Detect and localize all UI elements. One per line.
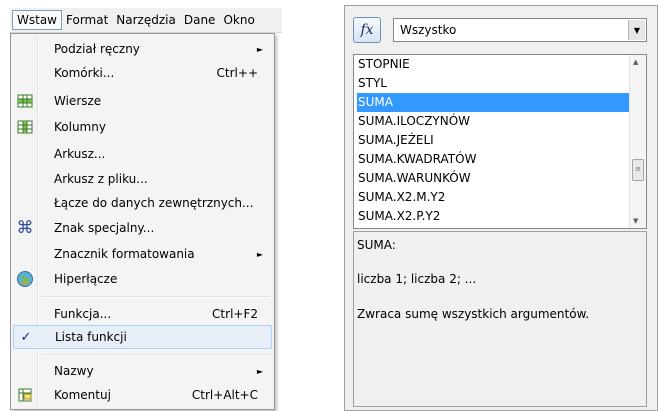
menu-item-label: Podział ręczny — [54, 42, 140, 56]
dropdown-arrow-icon[interactable]: ▼ — [628, 20, 645, 40]
menu-item-shortcut: Ctrl+Alt+C — [191, 388, 258, 402]
comment-icon — [13, 387, 37, 403]
menu-item-label: Lista funkcji — [55, 330, 127, 344]
menu-item-label: Łącze do danych zewnętrznych... — [54, 196, 254, 210]
menu-item-podzial-reczny[interactable]: Podział ręczny ► — [13, 37, 272, 61]
insert-menu: Podział ręczny ► Komórki... Ctrl++ Wiers… — [10, 33, 275, 410]
menu-item-lista-funkcji[interactable]: ✓ Lista funkcji — [13, 325, 272, 349]
menu-item-shortcut: Ctrl+F2 — [212, 307, 258, 321]
menu-wstaw[interactable]: Wstaw — [12, 10, 62, 30]
checkmark-icon: ✓ — [20, 329, 32, 345]
hyperlink-icon — [13, 270, 37, 288]
function-item[interactable]: SUMA.WARUNKÓW — [357, 169, 630, 188]
menu-format-label: Format — [66, 13, 109, 27]
fx-icon: fx — [360, 22, 374, 38]
function-item-selected[interactable]: SUMA — [357, 93, 630, 112]
submenu-arrow-icon: ► — [256, 366, 263, 376]
description-syntax: liczba 1; liczba 2; ... — [357, 272, 477, 286]
menu-item-label: Arkusz... — [54, 147, 106, 161]
insert-columns-icon — [13, 119, 37, 135]
menu-item-label: Kolumny — [54, 120, 106, 134]
description-name: SUMA: — [357, 238, 396, 252]
function-item[interactable]: SUMA.ILOCZYNÓW — [357, 112, 630, 131]
menu-item-komorki[interactable]: Komórki... Ctrl++ — [13, 61, 272, 85]
description-text: Zwraca sumę wszystkich argumentów. — [357, 307, 590, 321]
menu-item-funkcja[interactable]: Funkcja... Ctrl+F2 — [13, 302, 272, 326]
menu-narzedzia-label: Narzędzia — [116, 13, 176, 27]
menu-item-shortcut: Ctrl++ — [216, 66, 258, 80]
menu-item-label: Funkcja... — [54, 307, 112, 321]
function-item[interactable]: SUMA.X2.M.Y2 — [357, 188, 630, 207]
menu-item-label: Znak specjalny... — [54, 221, 155, 235]
scroll-up-icon[interactable]: ▲ — [633, 58, 638, 66]
menu-item-znacznik-formatowania[interactable]: Znacznik formatowania ► — [13, 242, 272, 266]
menu-separator — [43, 354, 270, 356]
function-description: SUMA: liczba 1; liczba 2; ... Zwraca sum… — [353, 231, 647, 407]
category-value: Wszystko — [400, 23, 457, 37]
special-character-icon: ⌘ — [16, 218, 34, 238]
function-item[interactable]: SUMA.X2.P.Y2 — [357, 207, 630, 226]
menu-format[interactable]: Format — [62, 10, 112, 30]
menu-item-lacze-do-danych[interactable]: Łącze do danych zewnętrznych... — [13, 191, 272, 215]
scroll-down-icon[interactable]: ▼ — [633, 217, 638, 225]
menu-item-label: Hiperłącze — [54, 272, 118, 286]
function-item[interactable]: STYL — [357, 74, 630, 93]
menu-item-label: Nazwy — [54, 364, 94, 378]
menu-item-nazwy[interactable]: Nazwy ► — [13, 359, 272, 383]
menu-item-arkusz-z-pliku[interactable]: Arkusz z pliku... — [13, 167, 272, 191]
menu-bar: Wstaw Format Narzędzia Dane Okno — [10, 8, 282, 33]
menu-item-kolumny[interactable]: Kolumny — [13, 115, 272, 139]
menu-okno-label: Okno — [223, 13, 255, 27]
function-item[interactable]: STOPNIE — [357, 55, 630, 74]
function-item[interactable]: SUMA.KWADRATÓW — [357, 150, 630, 169]
menu-item-hiperlacze[interactable]: Hiperłącze — [13, 267, 272, 291]
menu-item-label: Znacznik formatowania — [54, 247, 195, 261]
menu-wstaw-label: Wstaw — [17, 13, 57, 27]
submenu-arrow-icon: ► — [256, 44, 263, 54]
menu-narzedzia[interactable]: Narzędzia — [112, 10, 180, 30]
menu-item-wiersze[interactable]: Wiersze — [13, 89, 272, 113]
menu-item-arkusz[interactable]: Arkusz... — [13, 142, 272, 166]
function-list: STOPNIE STYL SUMA SUMA.ILOCZYNÓW SUMA.JE… — [353, 54, 647, 229]
function-list-panel: fx Wszystko ▼ STOPNIE STYL SUMA SUMA.ILO… — [344, 5, 658, 411]
function-item[interactable]: SUMA.JEŻELI — [357, 131, 630, 150]
menu-okno[interactable]: Okno — [219, 10, 257, 30]
insert-function-button[interactable]: fx — [353, 17, 381, 43]
menu-dane[interactable]: Dane — [180, 10, 220, 30]
menu-item-label: Arkusz z pliku... — [54, 172, 148, 186]
insert-rows-icon — [13, 93, 37, 109]
menu-dane-label: Dane — [183, 13, 216, 27]
menu-item-znak-specjalny[interactable]: ⌘ Znak specjalny... — [13, 216, 272, 240]
menu-item-label: Wiersze — [54, 94, 102, 108]
menu-item-label: Komentuj — [54, 388, 111, 402]
category-select[interactable]: Wszystko ▼ — [393, 18, 647, 42]
scroll-thumb[interactable]: ≡ — [632, 159, 644, 181]
menu-item-label: Komórki... — [54, 66, 115, 80]
menu-item-komentuj[interactable]: Komentuj Ctrl+Alt+C — [13, 383, 272, 407]
menu-separator — [43, 296, 270, 298]
submenu-arrow-icon: ► — [256, 249, 263, 259]
list-scrollbar[interactable]: ▲ ≡ ▼ — [629, 55, 646, 228]
